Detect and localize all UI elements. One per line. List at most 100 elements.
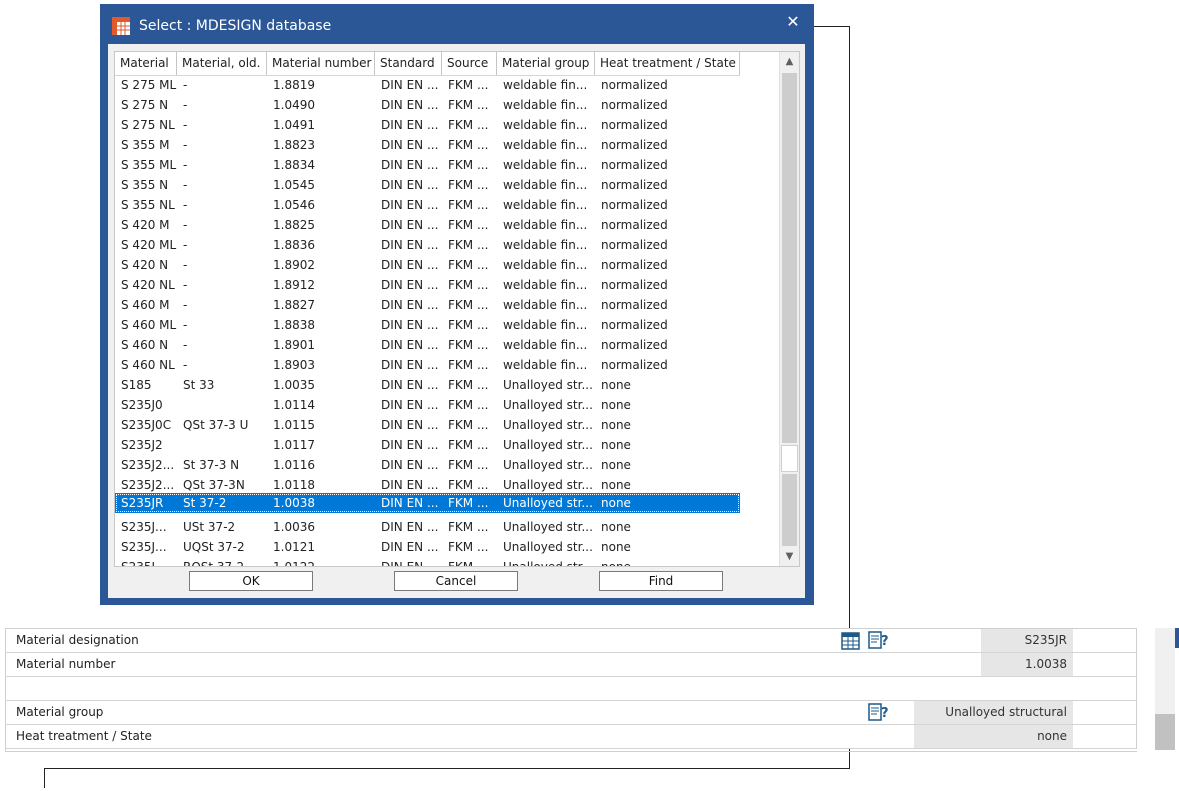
table-row[interactable]: S 275 NL - 1.0491 DIN EN ... FKM ... weldable…: [115, 115, 740, 135]
table-row[interactable]: S235J2... QSt 37-3N 1.0118 DIN EN ... FKM ..…: [115, 475, 740, 495]
cell-material-old: [177, 395, 267, 415]
table-row[interactable]: S235J... RQSt 37-2 1.0122 DIN EN ... FKM ...…: [115, 557, 740, 567]
material-number-label: Material number: [16, 657, 116, 671]
cell-material-group: weldable fin...: [503, 238, 588, 252]
material-group-label: Material group: [16, 705, 104, 719]
info-question-icon[interactable]: ?: [868, 630, 889, 650]
table-scrollbar[interactable]: ▲ ▼: [779, 52, 799, 566]
cell-heat-treatment: normalized: [601, 338, 668, 352]
table-row[interactable]: S 355 ML - 1.8834 DIN EN ... FKM ... weldable…: [115, 155, 740, 175]
cell-material-number: 1.0115: [273, 418, 315, 432]
cell-heat-treatment: normalized: [601, 118, 668, 132]
table-row[interactable]: S235J2 1.0117 DIN EN ... FKM ... Unalloyed s…: [115, 435, 740, 455]
table-icon[interactable]: [841, 631, 861, 651]
table-row[interactable]: S235J... UQSt 37-2 1.0121 DIN EN ... FKM ...…: [115, 537, 740, 557]
close-icon[interactable]: ✕: [778, 8, 808, 36]
table-row[interactable]: S235J2... St 37-3 N 1.0116 DIN EN ... FKM ..…: [115, 455, 740, 475]
table-row[interactable]: S185 St 33 1.0035 DIN EN ... FKM ... Unalloye…: [115, 375, 740, 395]
dialog-client-area: Material Material, old. Material number …: [108, 44, 805, 598]
cell-source: FKM ...: [448, 238, 489, 252]
cell-material-group: weldable fin...: [503, 318, 588, 332]
cell-material: S 355 NL: [121, 198, 175, 212]
cell-material: S 275 ML: [121, 78, 177, 92]
table-row[interactable]: S 460 N - 1.8901 DIN EN ... FKM ... weldable …: [115, 335, 740, 355]
table-row[interactable]: S 275 ML - 1.8819 DIN EN ... FKM ... weldable…: [115, 75, 740, 95]
cell-standard: DIN EN ...: [381, 496, 439, 510]
cell-standard: DIN EN ...: [381, 218, 439, 232]
column-header-material[interactable]: Material: [115, 52, 177, 75]
material-table[interactable]: Material Material, old. Material number …: [114, 51, 800, 567]
scrollbar-track[interactable]: [782, 73, 797, 443]
ok-button[interactable]: OK: [189, 571, 313, 591]
cell-material-old: USt 37-2: [183, 520, 236, 534]
table-row[interactable]: S 420 M - 1.8825 DIN EN ... FKM ... weldable …: [115, 215, 740, 235]
cell-heat-treatment: none: [601, 478, 631, 492]
cancel-button[interactable]: Cancel: [394, 571, 518, 591]
cell-material: S235J0C: [121, 418, 172, 432]
column-header-material-number[interactable]: Material number: [267, 52, 375, 75]
table-header: Material Material, old. Material number …: [115, 52, 740, 76]
table-row[interactable]: S235J... USt 37-2 1.0036 DIN EN ... FKM ... U…: [115, 517, 740, 537]
material-designation-label: Material designation: [16, 633, 139, 647]
cell-material-group: Unalloyed str...: [503, 560, 593, 567]
cell-material-old: St 37-2: [183, 496, 227, 510]
cell-heat-treatment: normalized: [601, 238, 668, 252]
table-row-selected[interactable]: S235JR St 37-2 1.0038 DIN EN ... FKM ... Unal…: [115, 493, 740, 513]
find-button[interactable]: Find: [599, 571, 723, 591]
material-designation-row: Material designation ? S235JR: [6, 629, 1137, 653]
cell-material-number: 1.0038: [273, 496, 315, 510]
cell-heat-treatment: normalized: [601, 298, 668, 312]
table-row[interactable]: S 460 NL - 1.8903 DIN EN ... FKM ... weldable…: [115, 355, 740, 375]
scroll-up-icon[interactable]: ▲: [780, 52, 799, 71]
scrollbar-thumb[interactable]: [781, 445, 798, 472]
cell-heat-treatment: normalized: [601, 278, 668, 292]
cell-heat-treatment: none: [601, 560, 631, 567]
cell-standard: DIN EN ...: [381, 478, 439, 492]
table-row[interactable]: S 420 NL - 1.8912 DIN EN ... FKM ... weldable…: [115, 275, 740, 295]
cell-material: S 355 M: [121, 138, 170, 152]
connector-line: [44, 768, 45, 788]
table-row[interactable]: S 355 NL - 1.0546 DIN EN ... FKM ... weldable…: [115, 195, 740, 215]
column-header-standard[interactable]: Standard: [375, 52, 442, 75]
table-row[interactable]: S 275 N - 1.0490 DIN EN ... FKM ... weldable …: [115, 95, 740, 115]
cell-material-number: 1.8827: [273, 298, 315, 312]
column-header-source[interactable]: Source: [442, 52, 497, 75]
column-header-heat-treatment[interactable]: Heat treatment / State: [595, 52, 740, 75]
cell-source: FKM ...: [448, 78, 489, 92]
cell-material-number: 1.0545: [273, 178, 315, 192]
cell-material: S235J...: [121, 540, 167, 554]
table-row[interactable]: S235J0 1.0114 DIN EN ... FKM ... Unalloyed s…: [115, 395, 740, 415]
scrollbar-track[interactable]: [782, 474, 797, 546]
cell-standard: DIN EN ...: [381, 378, 439, 392]
cell-material-number: 1.0118: [273, 478, 315, 492]
table-row[interactable]: S235J0C QSt 37-3 U 1.0115 DIN EN ... FKM ...…: [115, 415, 740, 435]
cell-material-number: 1.8901: [273, 338, 315, 352]
form-scrollbar[interactable]: [1155, 628, 1175, 750]
cell-material-group: weldable fin...: [503, 98, 588, 112]
dialog-titlebar[interactable]: Select : MDESIGN database ✕: [100, 4, 814, 44]
info-question-icon[interactable]: ?: [868, 702, 889, 722]
table-row[interactable]: S 460 M - 1.8827 DIN EN ... FKM ... weldable …: [115, 295, 740, 315]
cell-heat-treatment: normalized: [601, 98, 668, 112]
table-row[interactable]: S 420 N - 1.8902 DIN EN ... FKM ... weldable …: [115, 255, 740, 275]
cell-source: FKM ...: [448, 318, 489, 332]
table-row[interactable]: S 420 ML - 1.8836 DIN EN ... FKM ... weldable…: [115, 235, 740, 255]
cell-standard: DIN EN ...: [381, 238, 439, 252]
cell-material-group: weldable fin...: [503, 338, 588, 352]
empty-row: [6, 677, 1137, 701]
table-row[interactable]: S 355 M - 1.8823 DIN EN ... FKM ... weldable …: [115, 135, 740, 155]
cell-material: S235JR: [121, 496, 164, 510]
table-row[interactable]: S 355 N - 1.0545 DIN EN ... FKM ... weldable …: [115, 175, 740, 195]
column-header-material-group[interactable]: Material group: [497, 52, 595, 75]
table-row[interactable]: S 460 ML - 1.8838 DIN EN ... FKM ... weldable…: [115, 315, 740, 335]
cell-material-group: Unalloyed str...: [503, 378, 593, 392]
cell-material-number: 1.8819: [273, 78, 315, 92]
cell-material-number: 1.8838: [273, 318, 315, 332]
column-header-material-old[interactable]: Material, old.: [177, 52, 267, 75]
scroll-down-icon[interactable]: ▼: [780, 547, 799, 566]
cell-material-number: 1.0035: [273, 378, 315, 392]
material-number-row: Material number 1.0038: [6, 653, 1137, 677]
cell-material-old: QSt 37-3N: [183, 478, 245, 492]
cell-material-old: -: [183, 298, 188, 312]
svg-text:?: ?: [881, 706, 889, 721]
